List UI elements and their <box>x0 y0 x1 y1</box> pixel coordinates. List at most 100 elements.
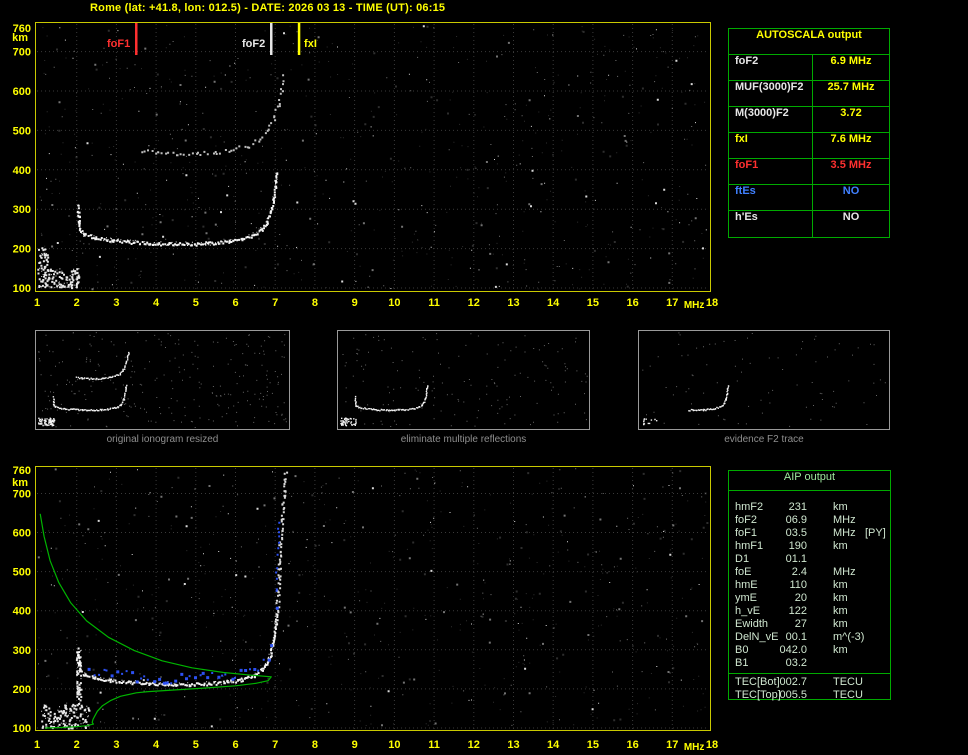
aip-extra <box>865 618 890 631</box>
y-tick-label: 400 <box>13 165 31 177</box>
aip-row-TEC[Bot]: TEC[Bot] 002.7 TECU <box>729 676 890 689</box>
aip-row-DelN_vE: DelN_vE 00.1 m^(-3) <box>729 631 890 644</box>
x-tick-label: 4 <box>153 739 160 751</box>
aip-value: 190 <box>788 540 807 552</box>
aip-name: hmF1 <box>735 540 764 552</box>
aip-row-B0: B0 042.0 km <box>729 644 890 657</box>
aip-unit: km <box>833 501 848 513</box>
thumbnail-trace <box>340 385 429 427</box>
x-tick-label: 11 <box>428 739 440 751</box>
bottom-ionogram-plot: 760700600500400300200100km1 2 3 4 5 6 7 8 9 10 11 1… <box>12 465 718 753</box>
aip-unit: MHz <box>833 514 856 526</box>
y-axis-unit-label: km <box>12 32 28 44</box>
aip-name: DelN_vE <box>735 631 779 643</box>
aip-extra <box>865 566 890 579</box>
aip-extra <box>865 553 890 566</box>
x-tick-label: 16 <box>626 739 638 751</box>
y-tick-label: 300 <box>13 645 31 657</box>
aip-value: 042.0 <box>779 644 807 656</box>
x-tick-label: 8 <box>312 297 318 309</box>
x-tick-label: 5 <box>193 297 199 309</box>
aip-unit: km <box>833 540 848 552</box>
x-axis-unit-label: MHz <box>684 742 705 753</box>
aip-row-TEC[Top]: TEC[Top] 005.5 TECU <box>729 689 890 702</box>
top-ionogram-plot: 760700600500400300200100km1 2 3 4 5 6 7 8 9 10 11 1… <box>12 22 718 311</box>
aip-value: 00.1 <box>785 631 807 643</box>
aip-extra <box>865 689 890 702</box>
aip-row-Ewidth: Ewidth 27 km <box>729 618 890 631</box>
e-region-echoes <box>37 247 81 290</box>
fof1-marker-label: foF1 <box>107 38 130 50</box>
aip-row-hmF2: hmF2 231 km <box>729 501 890 514</box>
aip-value: 231 <box>788 501 807 513</box>
x-tick-label: 18 <box>706 739 718 751</box>
x-tick-label: 9 <box>352 297 358 309</box>
thumbnail-noise <box>38 332 287 428</box>
y-tick-label: 600 <box>13 86 31 98</box>
autoscala-row-h'Es: h'Es NO <box>729 211 889 237</box>
aip-row-foE: foE 2.4 MHz <box>729 566 890 579</box>
autoscala-param-value: NO <box>842 211 860 223</box>
thumbnail-noise <box>642 332 886 427</box>
x-tick-label: 6 <box>232 739 238 751</box>
aip-value: 03.2 <box>785 657 807 669</box>
aip-name: D1 <box>735 553 750 565</box>
y-axis-unit-label: km <box>12 477 28 489</box>
aip-name: h_vE <box>735 605 761 617</box>
x-tick-label: 14 <box>547 297 560 309</box>
y-tick-label: 100 <box>13 723 31 735</box>
aip-unit: km <box>833 605 848 617</box>
x-tick-label: 12 <box>468 739 480 751</box>
aip-unit: km <box>833 644 848 656</box>
x-tick-label: 6 <box>232 297 238 309</box>
x-tick-label: 10 <box>388 739 400 751</box>
noise-speckle-bright <box>50 469 700 728</box>
noise-speckle-dim <box>38 469 709 729</box>
fxi-marker-label: fxI <box>304 38 317 50</box>
aip-name: TEC[Bot] <box>735 676 780 688</box>
aip-row-ymE: ymE 20 km <box>729 592 890 605</box>
aip-name: Ewidth <box>735 618 769 630</box>
y-tick-label: 600 <box>13 528 31 540</box>
aip-row-hmF1: hmF1 190 km <box>729 540 890 553</box>
aip-value: 20 <box>794 592 807 604</box>
x-tick-label: 8 <box>312 739 318 751</box>
x-tick-label: 15 <box>587 297 599 309</box>
aip-name: hmF2 <box>735 501 764 513</box>
e-region-echoes <box>41 650 91 730</box>
x-tick-label: 12 <box>468 297 480 309</box>
aip-extra <box>865 644 890 657</box>
y-tick-label: 400 <box>13 606 31 618</box>
x-tick-label: 16 <box>626 297 638 309</box>
aip-unit: MHz <box>833 566 856 578</box>
x-tick-label: 11 <box>428 297 440 309</box>
x-axis-unit-label: MHz <box>684 300 705 311</box>
x-tick-label: 4 <box>153 297 160 309</box>
aip-value: 06.9 <box>785 514 807 526</box>
autoscala-table-title: AUTOSCALA output <box>729 29 889 55</box>
x-tick-label: 10 <box>388 297 400 309</box>
autoscala-row-ftEs: ftEs NO <box>729 185 889 211</box>
aip-extra <box>865 657 890 670</box>
aip-unit: MHz <box>833 527 856 539</box>
x-tick-label: 3 <box>113 297 119 309</box>
aip-tec-rows: TEC[Bot] 002.7 TECU TEC[Top] 005.5 TECU <box>729 676 890 702</box>
autoscala-param-label: M(3000)F2 <box>729 107 813 132</box>
aip-name: TEC[Top] <box>735 689 781 701</box>
noise-speckle-bright <box>46 25 707 290</box>
x-tick-label: 13 <box>507 739 519 751</box>
aip-extra <box>865 501 890 514</box>
x-tick-label: 5 <box>193 739 199 751</box>
aip-unit: km <box>833 592 848 604</box>
autoscala-row-foF2: foF2 6.9 MHz <box>729 55 889 81</box>
aip-table-rows: hmF2 231 km foF2 06.9 MHz foF1 03.5 MHz [PY] hmF1 1… <box>729 501 890 670</box>
autoscala-row-M(3000)F2: M(3000)F2 3.72 <box>729 107 889 133</box>
aip-row-D1: D1 01.1 <box>729 553 890 566</box>
aip-name: foF2 <box>735 514 758 526</box>
aip-value: 01.1 <box>785 553 807 565</box>
aip-extra <box>865 592 890 605</box>
aip-value: 005.5 <box>779 689 807 701</box>
autoscala-table-rows: foF2 6.9 MHz MUF(3000)F2 25.7 MHz M(3000)F2 3… <box>729 55 889 237</box>
f2-second-hop-trace <box>141 74 285 157</box>
aip-name: ymE <box>735 592 757 604</box>
